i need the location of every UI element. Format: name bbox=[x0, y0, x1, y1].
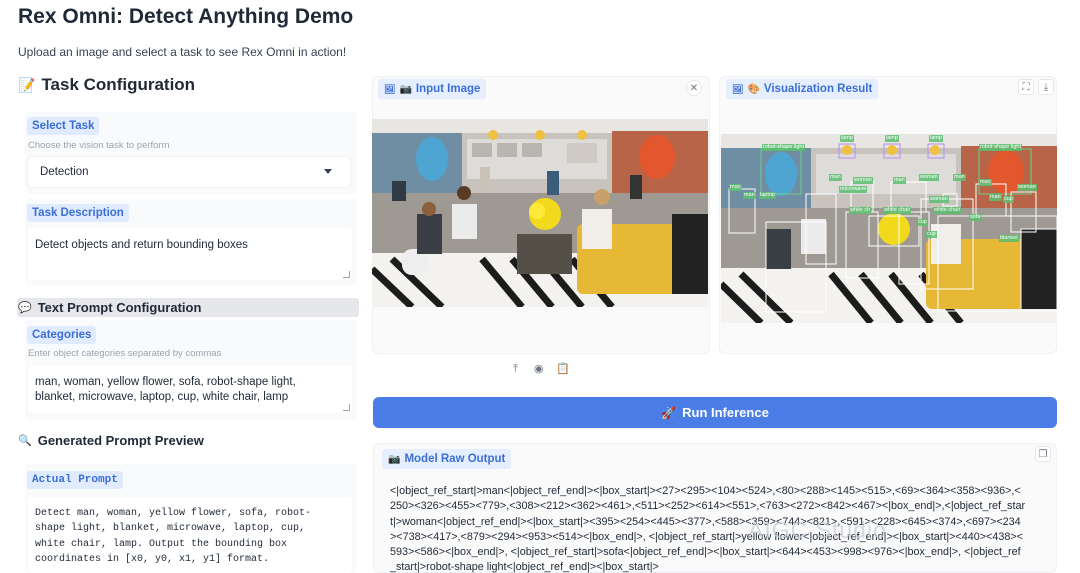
visualization-tag: 🖼 🎨 Visualization Result bbox=[726, 79, 879, 99]
box-label: man bbox=[743, 192, 756, 199]
categories-label: Categories bbox=[27, 326, 97, 344]
resize-handle-icon[interactable] bbox=[343, 271, 350, 278]
fullscreen-icon[interactable]: ⛶ bbox=[1018, 79, 1034, 95]
actual-prompt-label: Actual Prompt bbox=[27, 471, 123, 489]
select-task-label: Select Task bbox=[27, 117, 100, 135]
camera-icon: 📷 bbox=[399, 83, 412, 95]
prompt-preview-heading: 🔍 Generated Prompt Preview bbox=[18, 433, 204, 448]
box-label: cup bbox=[917, 219, 928, 226]
watermark: AIGC Studio bbox=[748, 517, 887, 543]
box-label: white chair bbox=[933, 207, 962, 214]
raw-output-text: <|object_ref_start|>man<|object_ref_end|… bbox=[390, 485, 1026, 573]
palette-icon: 🎨 bbox=[747, 83, 760, 95]
input-image-label: Input Image bbox=[415, 83, 481, 95]
task-config-heading: 📝 Task Configuration bbox=[18, 75, 195, 95]
task-dropdown-value: Detection bbox=[40, 166, 89, 178]
box-label: robot-shape light bbox=[762, 144, 805, 151]
box-label: woman bbox=[853, 177, 873, 184]
page-title: Rex Omni: Detect Anything Demo bbox=[18, 5, 354, 28]
page-subtitle: Upload an image and select a task to see… bbox=[18, 45, 347, 59]
upload-icon[interactable]: ⤒ bbox=[513, 363, 518, 376]
raw-output-tag: 📷 Model Raw Output bbox=[382, 449, 512, 469]
prompt-preview-heading-text: Generated Prompt Preview bbox=[37, 433, 204, 448]
box-label: lamp bbox=[929, 135, 943, 142]
box-label: man bbox=[953, 174, 966, 181]
text-prompt-heading: 💬 Text Prompt Configuration bbox=[18, 300, 201, 315]
box-label: blanket bbox=[999, 235, 1019, 242]
resize-handle-icon[interactable] bbox=[343, 404, 350, 411]
box-label: man bbox=[893, 177, 906, 184]
box-label: robot-shape light bbox=[979, 144, 1022, 151]
close-icon[interactable]: ✕ bbox=[686, 80, 702, 96]
input-image-tag: 🖼 📷 Input Image bbox=[378, 79, 487, 99]
magnifier-icon: 🔍 bbox=[18, 435, 32, 447]
clipboard-icon[interactable]: 📋 bbox=[556, 362, 570, 375]
text-prompt-heading-text: Text Prompt Configuration bbox=[37, 300, 202, 315]
box-label: microwave bbox=[839, 186, 868, 193]
box-label: lamp bbox=[840, 135, 854, 142]
box-label: cup bbox=[926, 231, 937, 238]
task-dropdown[interactable]: Detection bbox=[28, 157, 350, 187]
visualization-image: lamp lamp lamp robot-shape light robot-s… bbox=[721, 134, 1057, 323]
select-task-hint: Choose the vision task to perform bbox=[28, 140, 170, 151]
categories-input[interactable]: man, woman, yellow flower, sofa, robot-s… bbox=[28, 366, 352, 413]
task-description-text: Detect objects and return bounding boxes bbox=[35, 239, 248, 251]
input-image bbox=[372, 119, 708, 307]
chevron-down-icon bbox=[324, 169, 332, 174]
box-label: man bbox=[729, 184, 742, 191]
run-inference-label: Run Inference bbox=[682, 405, 769, 420]
visualization-label: Visualization Result bbox=[763, 83, 873, 95]
camera-icon: 📷 bbox=[388, 453, 401, 465]
box-label: white ch bbox=[849, 207, 872, 214]
task-description-field[interactable]: Detect objects and return bounding boxes bbox=[28, 228, 352, 280]
box-label: woman bbox=[919, 174, 939, 181]
categories-hint: Enter object categories separated by com… bbox=[28, 348, 222, 359]
box-label: woman bbox=[929, 196, 949, 203]
memo-icon: 📝 bbox=[18, 76, 36, 93]
run-inference-button[interactable]: 🚀 Run Inference bbox=[373, 397, 1057, 428]
task-config-heading-text: Task Configuration bbox=[41, 75, 196, 94]
box-label: lamp bbox=[885, 135, 899, 142]
box-label: man bbox=[979, 179, 992, 186]
box-label: laptop bbox=[759, 192, 776, 199]
box-label: white chair bbox=[883, 207, 912, 214]
box-label: sofa bbox=[969, 214, 982, 221]
actual-prompt-text: Detect man, woman, yellow flower, sofa, … bbox=[35, 508, 312, 565]
image-icon: 🖼 bbox=[732, 83, 744, 94]
image-icon: 🖼 bbox=[384, 83, 396, 94]
speech-bubble-icon: 💬 bbox=[18, 302, 32, 314]
categories-text: man, woman, yellow flower, sofa, robot-s… bbox=[35, 376, 296, 403]
result-scene-svg bbox=[721, 134, 1057, 323]
box-label: cup bbox=[1003, 196, 1014, 203]
rocket-icon: 🚀 bbox=[661, 405, 677, 420]
webcam-icon[interactable]: ◉ bbox=[534, 362, 544, 375]
box-label: woman bbox=[1017, 184, 1037, 191]
box-label: man bbox=[989, 194, 1002, 201]
box-label: man bbox=[829, 174, 842, 181]
task-description-label: Task Description bbox=[27, 204, 129, 222]
copy-icon[interactable]: ❐ bbox=[1035, 446, 1051, 462]
raw-output-label: Model Raw Output bbox=[404, 453, 506, 465]
download-icon[interactable]: ⤓ bbox=[1038, 79, 1054, 95]
input-scene-svg bbox=[372, 119, 708, 307]
